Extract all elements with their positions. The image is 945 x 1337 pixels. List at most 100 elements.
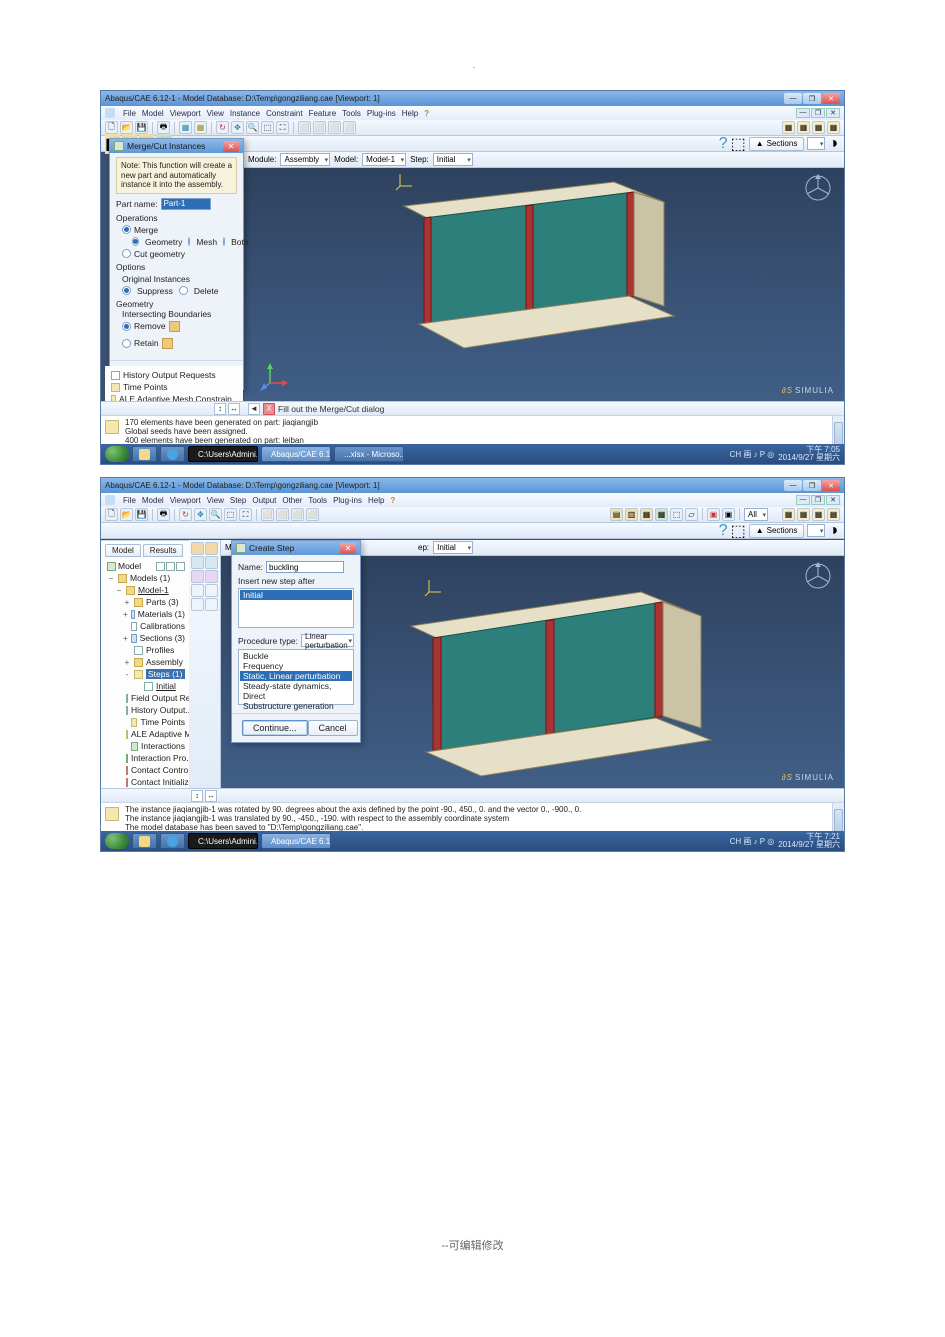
- compass-icon[interactable]: [804, 562, 832, 590]
- dialog-titlebar[interactable]: Create Step ✕: [232, 541, 360, 555]
- geometry-radio[interactable]: [132, 237, 139, 246]
- minimize-button[interactable]: —: [784, 480, 802, 491]
- model-combo[interactable]: Model-1: [362, 153, 406, 166]
- step-combo[interactable]: Initial: [433, 541, 473, 554]
- results-tab[interactable]: Results: [143, 544, 184, 557]
- history-output-tool[interactable]: [191, 570, 204, 583]
- taskbar-item[interactable]: [132, 833, 157, 849]
- maximize-button[interactable]: ❐: [803, 480, 821, 491]
- close-button[interactable]: ✕: [822, 93, 840, 104]
- rotate-icon[interactable]: ↻: [179, 508, 192, 521]
- render-icon[interactable]: ▦: [827, 121, 840, 134]
- step-combo[interactable]: Initial: [433, 153, 473, 166]
- tree-item[interactable]: Time Points: [123, 382, 168, 392]
- list-item[interactable]: Frequency: [240, 661, 352, 671]
- shade-icon[interactable]: ▤: [610, 508, 623, 521]
- tree-item[interactable]: Interaction Pro...: [131, 753, 189, 763]
- menu-item[interactable]: Help: [368, 496, 384, 505]
- tree-item[interactable]: Materials (1): [138, 609, 185, 619]
- x-button[interactable]: ↕: [191, 790, 203, 802]
- tray-icons[interactable]: CH 画 ♪ P ◎: [730, 836, 775, 847]
- tool-icon[interactable]: [205, 584, 218, 597]
- maximize-button[interactable]: ❐: [803, 93, 821, 104]
- view-icon[interactable]: ⬜: [328, 121, 341, 134]
- zoom-icon[interactable]: 🔍: [246, 121, 259, 134]
- color-icon[interactable]: ◑: [828, 135, 838, 153]
- minimize-button[interactable]: —: [784, 93, 802, 104]
- annot-icon[interactable]: ▣: [722, 508, 735, 521]
- pan-icon[interactable]: ✥: [231, 121, 244, 134]
- shade-icon[interactable]: ▦: [655, 508, 668, 521]
- render-icon[interactable]: ▦: [797, 121, 810, 134]
- close-icon[interactable]: ✕: [223, 141, 239, 152]
- tool-icon[interactable]: [191, 598, 204, 611]
- view-icon[interactable]: ⬜: [276, 508, 289, 521]
- tree-item[interactable]: History Output...: [131, 705, 189, 715]
- open-icon[interactable]: 📂: [120, 508, 133, 521]
- color-icon[interactable]: ◑: [828, 522, 838, 540]
- tree-item[interactable]: History Output Requests: [123, 370, 216, 380]
- sections-button[interactable]: ▲Sections: [749, 524, 805, 538]
- start-button[interactable]: [105, 833, 129, 849]
- start-button[interactable]: [105, 446, 129, 462]
- module-combo[interactable]: Assembly: [280, 153, 330, 166]
- menu-item[interactable]: Instance: [230, 109, 260, 118]
- shade-icon[interactable]: ▱: [685, 508, 698, 521]
- inner-max[interactable]: ❐: [811, 108, 825, 118]
- message-area[interactable]: The instance jiaqiangjib-1 was rotated b…: [101, 802, 844, 831]
- shade-icon[interactable]: ⬚: [670, 508, 683, 521]
- clock[interactable]: 下午 7:212014/9/27 星期六: [778, 833, 840, 849]
- zoombox-icon[interactable]: ⬚: [224, 508, 237, 521]
- view-icon[interactable]: ⬜: [291, 508, 304, 521]
- render-icon[interactable]: ▦: [782, 121, 795, 134]
- view-icon[interactable]: ⬜: [298, 121, 311, 134]
- zoombox-icon[interactable]: ⬚: [261, 121, 274, 134]
- menu-item[interactable]: Help: [402, 109, 418, 118]
- new-icon[interactable]: 🗋: [105, 121, 118, 134]
- menu-item[interactable]: Plug-ins: [367, 109, 396, 118]
- taskbar-item[interactable]: C:\Users\Admini...: [188, 833, 258, 849]
- viewport[interactable]: ∂SSIMULIA: [244, 168, 844, 401]
- inner-max[interactable]: ❐: [811, 495, 825, 505]
- close-button[interactable]: ✕: [822, 480, 840, 491]
- tree-item[interactable]: Sections (3): [140, 633, 185, 643]
- compass-icon[interactable]: [804, 174, 832, 202]
- cancel-button[interactable]: Cancel: [308, 720, 358, 736]
- procedure-combo[interactable]: Linear perturbation: [301, 634, 354, 647]
- tree-item[interactable]: Contact Contro...: [131, 765, 189, 775]
- menu-item[interactable]: Tools: [342, 109, 361, 118]
- menu-item[interactable]: Model: [142, 109, 164, 118]
- new-icon[interactable]: 🗋: [105, 508, 118, 521]
- tool-icon[interactable]: [191, 584, 204, 597]
- taskbar-item[interactable]: [160, 446, 185, 462]
- message-area[interactable]: 170 elements have been generated on part…: [101, 415, 844, 444]
- tree-item[interactable]: Calibrations: [140, 621, 185, 631]
- menu-item[interactable]: Model: [142, 496, 164, 505]
- close-icon[interactable]: ✕: [340, 543, 356, 554]
- view-icon[interactable]: ⬜: [261, 508, 274, 521]
- render-icon[interactable]: ▦: [782, 508, 795, 521]
- menu-item[interactable]: Viewport: [170, 496, 201, 505]
- taskbar-item[interactable]: [160, 833, 185, 849]
- tree-item[interactable]: Model-1: [138, 585, 169, 595]
- tree-item[interactable]: Profiles: [146, 645, 174, 655]
- scrollbar[interactable]: [832, 803, 844, 831]
- clock[interactable]: 下午 7:052014/9/27 星期六: [778, 446, 840, 462]
- view-icon[interactable]: ⬜: [343, 121, 356, 134]
- color-combo[interactable]: [807, 137, 825, 150]
- rotate-icon[interactable]: ↻: [216, 121, 229, 134]
- window-titlebar[interactable]: Abaqus/CAE 6.12-1 - Model Database: D:\T…: [101, 91, 844, 106]
- continue-button[interactable]: Continue...: [242, 720, 308, 736]
- query-icon[interactable]: ⬚: [731, 134, 746, 154]
- remove-radio[interactable]: [122, 322, 131, 331]
- menu-item[interactable]: View: [207, 496, 224, 505]
- tree-item[interactable]: Assembly: [146, 657, 183, 667]
- render-icon[interactable]: ▦: [797, 508, 810, 521]
- print-icon[interactable]: 🖶: [157, 508, 170, 521]
- menu-item[interactable]: Viewport: [170, 109, 201, 118]
- shade-icon[interactable]: ▦: [640, 508, 653, 521]
- tool-icon[interactable]: ▦: [194, 121, 207, 134]
- zoom-icon[interactable]: 🔍: [209, 508, 222, 521]
- query-icon[interactable]: ⬚: [731, 521, 746, 541]
- list-item[interactable]: Buckle: [240, 651, 352, 661]
